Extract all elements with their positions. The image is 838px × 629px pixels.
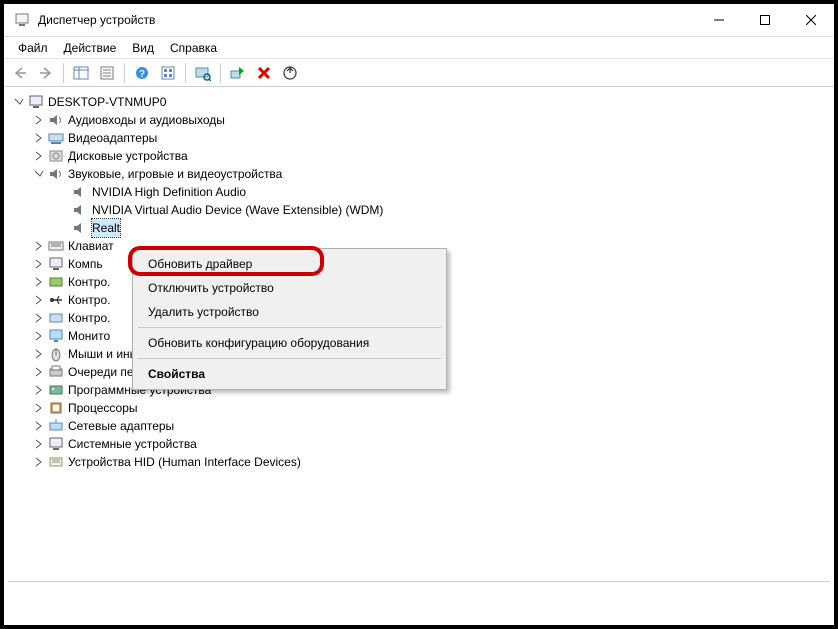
status-bar	[8, 581, 830, 621]
expand-icon[interactable]	[32, 131, 46, 145]
mouse-icon	[48, 346, 64, 362]
tree-item-net[interactable]: Сетевые адаптеры	[10, 417, 834, 435]
app-icon	[14, 12, 30, 28]
expand-icon[interactable]	[32, 275, 46, 289]
expand-icon[interactable]	[32, 329, 46, 343]
show-hide-tree-button[interactable]	[69, 61, 93, 85]
tree-item-system[interactable]: Системные устройства	[10, 435, 834, 453]
toolbar: ?	[4, 59, 834, 87]
forward-button[interactable]	[34, 61, 58, 85]
uninstall-device-button[interactable]	[252, 61, 276, 85]
tree-item-nvidia-virtual[interactable]: NVIDIA Virtual Audio Device (Wave Extens…	[10, 201, 834, 219]
disk-icon	[48, 148, 64, 164]
printer-icon	[48, 364, 64, 380]
toolbar-separator	[185, 63, 186, 83]
window-title: Диспетчер устройств	[38, 13, 696, 27]
menu-bar: Файл Действие Вид Справка	[4, 37, 834, 59]
title-bar: Диспетчер устройств	[4, 4, 834, 37]
expand-icon[interactable]	[32, 365, 46, 379]
scan-hardware-button[interactable]	[191, 61, 215, 85]
menu-action[interactable]: Действие	[56, 39, 125, 57]
speaker-icon	[72, 184, 88, 200]
expand-icon[interactable]	[32, 437, 46, 451]
expand-icon[interactable]	[32, 239, 46, 253]
expand-icon[interactable]	[32, 257, 46, 271]
tree-item-hid[interactable]: Устройства HID (Human Interface Devices)	[10, 453, 834, 471]
tree-item-video[interactable]: Видеоадаптеры	[10, 129, 834, 147]
expand-icon[interactable]	[12, 95, 26, 109]
expand-icon[interactable]	[32, 419, 46, 433]
tree-root[interactable]: DESKTOP-VTNMUP0	[10, 93, 834, 111]
expand-icon[interactable]	[32, 149, 46, 163]
tree-item-audio-io[interactable]: Аудиовходы и аудиовыходы	[10, 111, 834, 129]
enable-device-button[interactable]	[226, 61, 250, 85]
speaker-icon	[72, 202, 88, 218]
maximize-button[interactable]	[742, 4, 788, 37]
help-button[interactable]: ?	[130, 61, 154, 85]
expand-icon[interactable]	[32, 383, 46, 397]
expand-icon[interactable]	[32, 347, 46, 361]
storage-controller-icon	[48, 310, 64, 326]
display-adapter-icon	[48, 130, 64, 146]
tree-item-cpu[interactable]: Процессоры	[10, 399, 834, 417]
minimize-button[interactable]	[696, 4, 742, 37]
expand-icon[interactable]	[32, 455, 46, 469]
ctx-disable-device[interactable]: Отключить устройство	[136, 276, 443, 300]
computer-icon	[48, 256, 64, 272]
expand-icon[interactable]	[32, 293, 46, 307]
menu-file[interactable]: Файл	[10, 39, 56, 57]
expand-icon[interactable]	[32, 401, 46, 415]
svg-text:?: ?	[139, 69, 145, 80]
tree-item-realtek[interactable]: Realt	[10, 219, 834, 237]
action-button[interactable]	[156, 61, 180, 85]
usb-icon	[48, 292, 64, 308]
ctx-scan-hardware[interactable]: Обновить конфигурацию оборудования	[136, 331, 443, 355]
collapse-icon[interactable]	[32, 167, 46, 181]
expand-icon[interactable]	[32, 311, 46, 325]
toolbar-separator	[220, 63, 221, 83]
close-button[interactable]	[788, 4, 834, 37]
keyboard-icon	[48, 238, 64, 254]
toolbar-separator	[124, 63, 125, 83]
storage-controller-icon	[48, 274, 64, 290]
tree-item-nvidia-hd[interactable]: NVIDIA High Definition Audio	[10, 183, 834, 201]
ctx-separator	[138, 358, 441, 359]
ctx-uninstall-device[interactable]: Удалить устройство	[136, 300, 443, 324]
speaker-icon	[48, 112, 64, 128]
computer-icon	[28, 94, 44, 110]
speaker-icon	[72, 220, 88, 236]
cpu-icon	[48, 400, 64, 416]
system-device-icon	[48, 436, 64, 452]
toolbar-separator	[63, 63, 64, 83]
network-icon	[48, 418, 64, 434]
ctx-update-driver[interactable]: Обновить драйвер	[136, 252, 443, 276]
ctx-properties[interactable]: Свойства	[136, 362, 443, 386]
software-device-icon	[48, 382, 64, 398]
properties-button[interactable]	[95, 61, 119, 85]
hid-icon	[48, 454, 64, 470]
tree-item-disk[interactable]: Дисковые устройства	[10, 147, 834, 165]
speaker-icon	[48, 166, 64, 182]
monitor-icon	[48, 328, 64, 344]
tree-item-sound[interactable]: Звуковые, игровые и видеоустройства	[10, 165, 834, 183]
menu-view[interactable]: Вид	[124, 39, 162, 57]
menu-help[interactable]: Справка	[162, 39, 225, 57]
expand-icon[interactable]	[32, 113, 46, 127]
update-driver-button[interactable]	[278, 61, 302, 85]
window-controls	[696, 4, 834, 37]
root-label: DESKTOP-VTNMUP0	[48, 93, 166, 111]
context-menu: Обновить драйвер Отключить устройство Уд…	[132, 248, 447, 390]
ctx-separator	[138, 327, 441, 328]
back-button[interactable]	[8, 61, 32, 85]
